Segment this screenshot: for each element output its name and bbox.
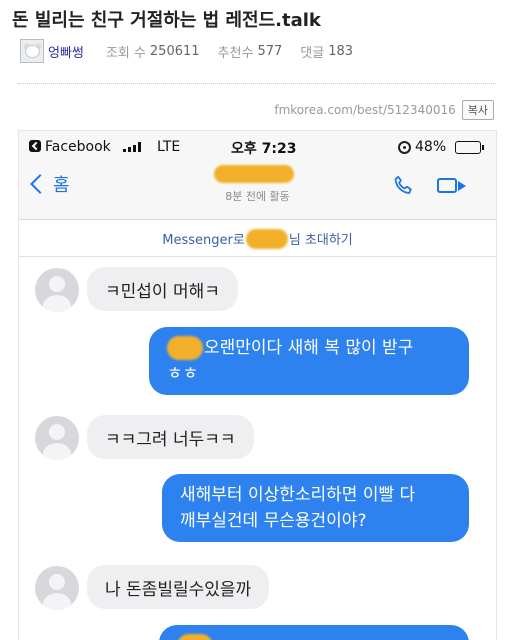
message-text: ㅋ민섭이 머해ㅋ	[105, 281, 220, 302]
phone-header: Facebook LTE 오후 7:23 48% 홈 8분 전에 활동	[19, 131, 496, 220]
author-avatar[interactable]	[20, 39, 44, 63]
status-app-name[interactable]: Facebook	[45, 139, 111, 155]
invite-suffix: 님 초대하기	[288, 233, 353, 248]
message-bubble-outgoing[interactable]: 새해부터 이상한소리하면 이빨 다 깨부실건데 무슨용건이야?	[162, 474, 469, 542]
views-count: 250611	[149, 43, 200, 59]
source-row: fmkorea.com/best/512340016 복사	[274, 100, 494, 120]
redacted-name	[177, 634, 213, 640]
messenger-screenshot: Facebook LTE 오후 7:23 48% 홈 8분 전에 활동 Mess…	[18, 130, 497, 640]
message-bubble-outgoing[interactable]: 오랜만이다 새해 복 많이 받구 ㅎㅎ	[149, 327, 469, 395]
likes-label: 추천수	[217, 45, 254, 61]
message-text-line2: 깨부실건데 무슨용건이야?	[180, 511, 367, 531]
message-text-line1: 오랜만이다 새해 복 많이 받구	[204, 338, 414, 358]
copy-url-button[interactable]: 복사	[461, 100, 494, 120]
battery-icon	[455, 141, 484, 154]
post-title: 돈 빌리는 친구 거절하는 법 레전드.talk	[12, 10, 321, 31]
redacted-name	[245, 228, 288, 249]
message-bubble-incoming[interactable]: 나 돈좀빌릴수있을까	[87, 565, 270, 609]
back-to-app-icon[interactable]	[29, 140, 41, 152]
video-call-icon[interactable]	[437, 178, 457, 193]
conversation-nav: 홈 8분 전에 활동	[19, 163, 496, 219]
network-type: LTE	[157, 139, 181, 155]
comments-count: 183	[328, 43, 354, 59]
message-text-line2: ㅎㅎ	[167, 364, 199, 384]
redacted-contact-name	[214, 165, 294, 183]
sender-avatar[interactable]	[35, 416, 79, 460]
signal-icon	[123, 142, 141, 152]
phone-call-icon[interactable]	[391, 173, 417, 199]
rotation-lock-icon	[398, 141, 411, 154]
comments-label: 댓글	[300, 45, 325, 61]
post-meta: 엉빠썽 조회 수 250611 추천수 577 댓글 183	[20, 38, 371, 64]
likes-count: 577	[257, 43, 283, 59]
message-text-line1: 새해부터 이상한소리하면 이빨 다	[180, 485, 416, 505]
header-divider	[18, 83, 496, 84]
active-status: 8분 전에 활동	[225, 190, 290, 203]
source-url[interactable]: fmkorea.com/best/512340016	[274, 103, 455, 117]
sender-avatar[interactable]	[35, 566, 79, 610]
message-text: ㅋㅋ그려 너두ㅋㅋ	[105, 429, 236, 450]
status-time: 오후 7:23	[231, 141, 297, 157]
invite-bar[interactable]: Messenger로 님 초대하기	[19, 221, 496, 257]
views-label: 조회 수	[105, 45, 146, 61]
message-bubble-incoming[interactable]: ㅋ민섭이 머해ㅋ	[87, 267, 238, 311]
invite-prefix: Messenger로	[162, 233, 245, 248]
status-bar: Facebook LTE 오후 7:23 48%	[19, 131, 496, 161]
battery-percent: 48%	[415, 139, 447, 155]
author-name[interactable]: 엉빠썽	[48, 42, 84, 61]
message-text: 나 돈좀빌릴수있을까	[105, 579, 252, 600]
sender-avatar[interactable]	[35, 268, 79, 312]
redacted-name	[167, 336, 203, 360]
message-bubble-incoming[interactable]: ㅋㅋ그려 너두ㅋㅋ	[87, 415, 254, 459]
dog-icon	[25, 45, 40, 58]
message-bubble-outgoing-partial[interactable]	[159, 625, 469, 640]
